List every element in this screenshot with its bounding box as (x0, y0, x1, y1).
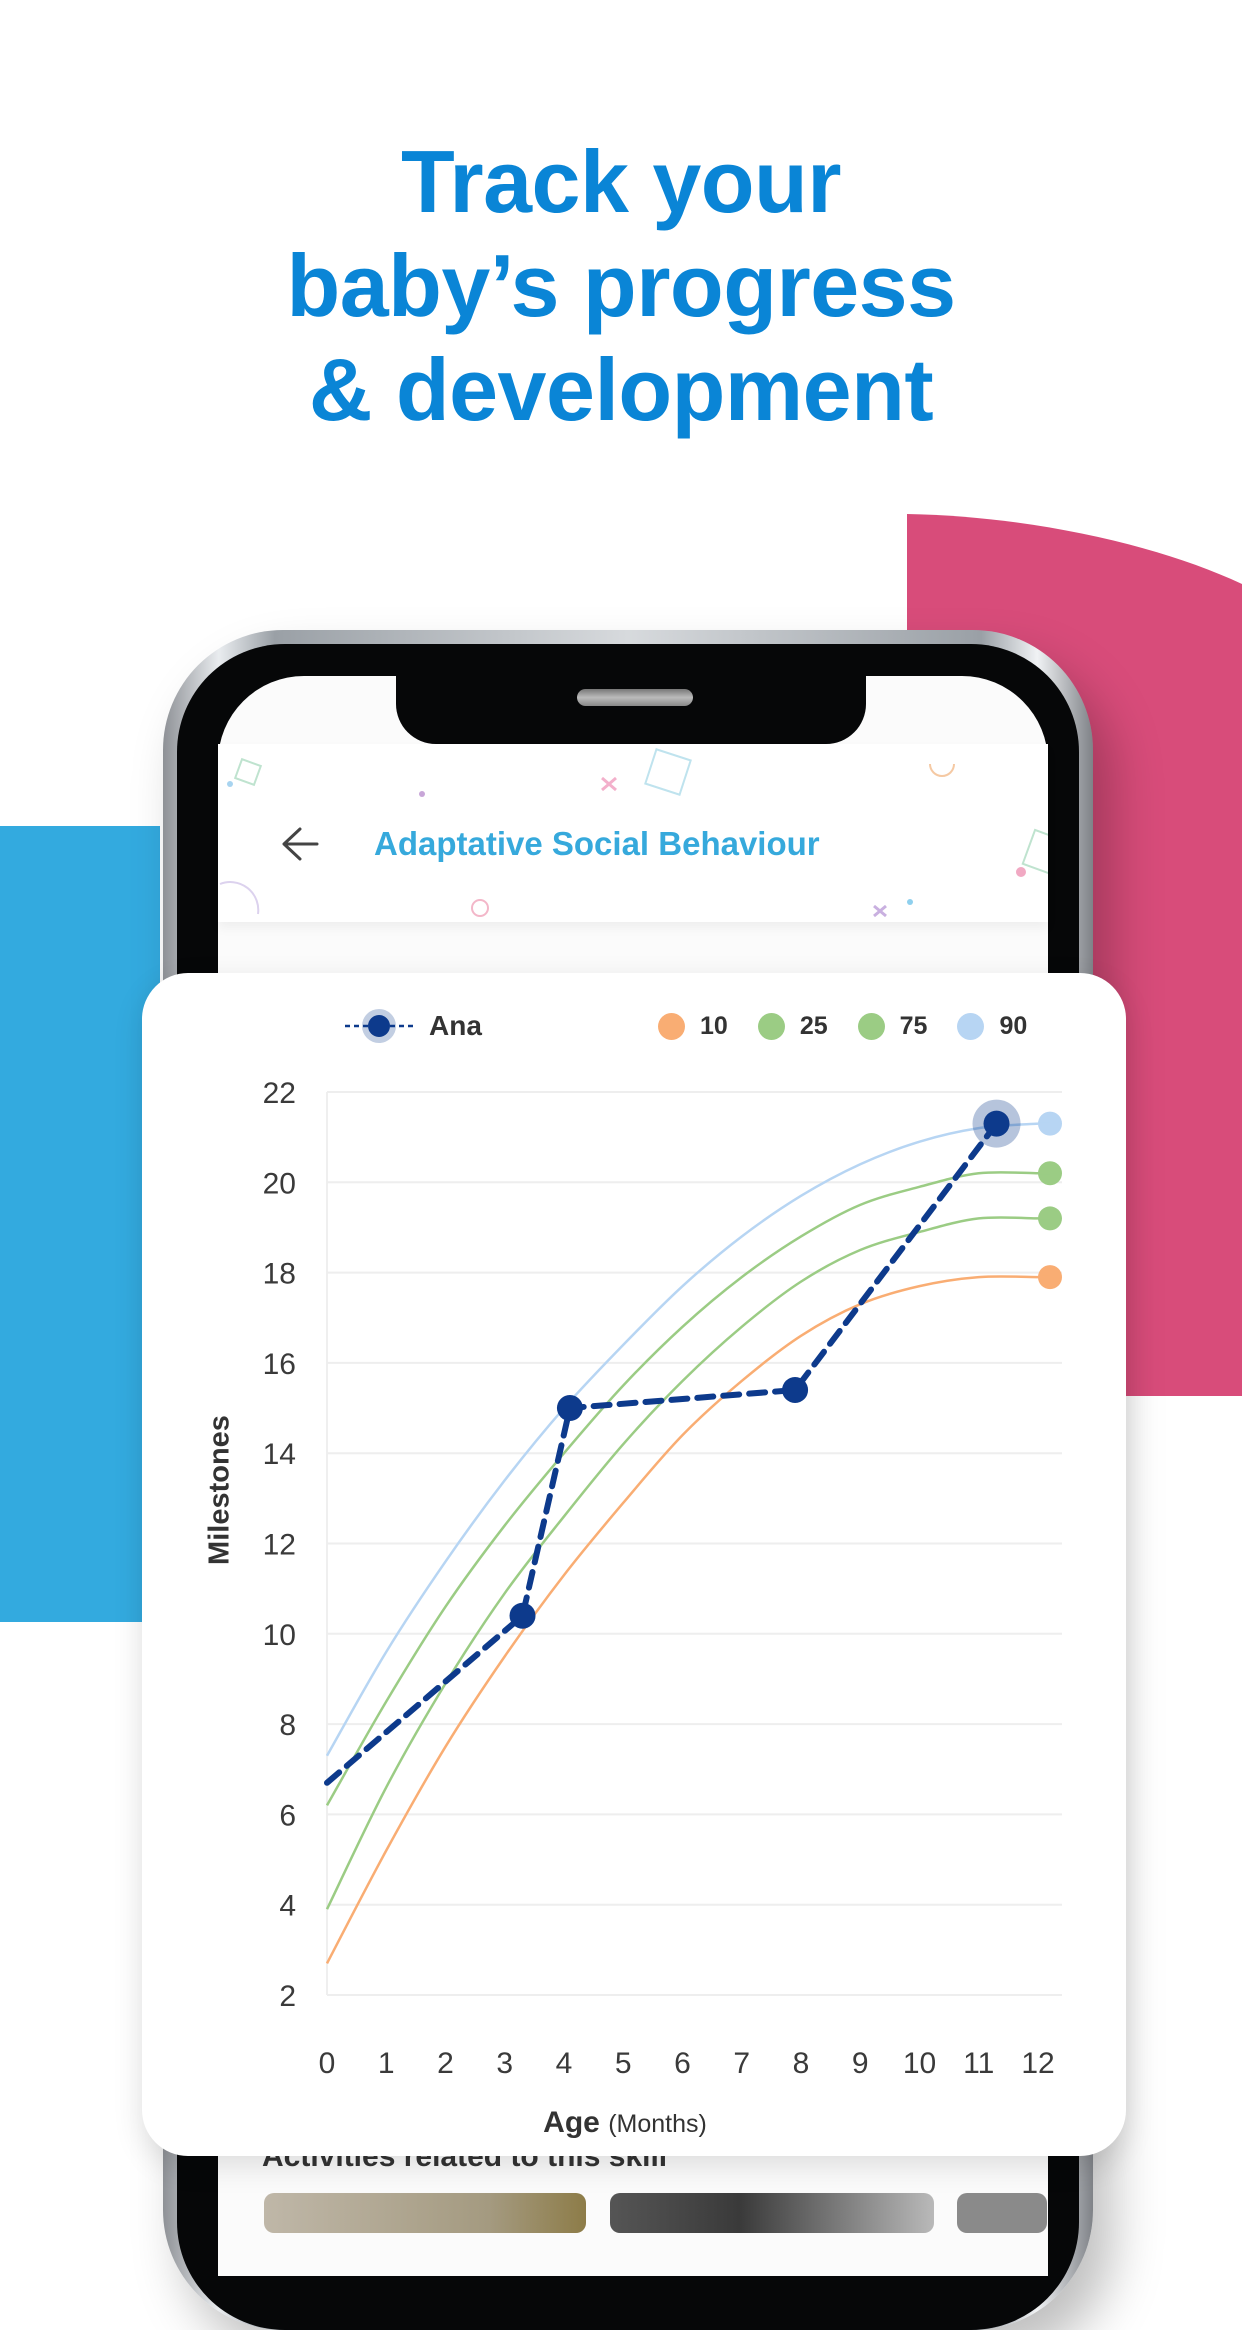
x-tick-label: 9 (852, 2047, 869, 2080)
x-tick-label: 8 (793, 2047, 810, 2080)
x-tick-label: 12 (1021, 2047, 1054, 2080)
y-tick-label: 12 (263, 1529, 296, 1562)
ana-data-point (782, 1376, 809, 1403)
y-tick-label: 6 (279, 1799, 296, 1832)
ana-data-point (556, 1395, 583, 1422)
ana-data-point (983, 1110, 1010, 1137)
x-axis-label-unit: (Months) (608, 2110, 707, 2138)
y-tick-label: 18 (263, 1258, 296, 1291)
ana-series (324, 1099, 1021, 1786)
y-tick-label: 20 (263, 1167, 296, 1200)
x-tick-label: 10 (903, 2047, 936, 2080)
x-tick-label: 7 (733, 2047, 750, 2080)
x-axis-ticks: 0 1 2 3 4 5 6 7 8 9 10 11 12 (319, 2047, 1055, 2080)
y-tick-label: 16 (263, 1348, 296, 1381)
percentile-curve-75 (325, 1171, 1039, 1806)
y-tick-label: 2 (279, 1980, 296, 2013)
percentile-curves (325, 1111, 1062, 1964)
ana-data-point (509, 1602, 536, 1629)
x-tick-label: 11 (963, 2047, 994, 2080)
x-tick-label: 4 (556, 2047, 573, 2080)
y-axis-label: Milestones (203, 1415, 236, 1565)
x-axis-label: Age (Months) (0, 2106, 1242, 2140)
x-tick-label: 0 (319, 2047, 336, 2080)
x-tick-label: 5 (615, 2047, 632, 2080)
chart-grid (326, 1091, 1062, 1996)
y-axis-ticks: 2 4 6 8 10 12 14 16 18 20 22 (263, 1077, 296, 2013)
y-tick-label: 14 (263, 1438, 296, 1471)
x-tick-label: 2 (437, 2047, 454, 2080)
x-tick-label: 1 (378, 2047, 395, 2080)
y-tick-label: 8 (279, 1709, 296, 1742)
y-tick-label: 10 (263, 1619, 296, 1652)
y-tick-label: 22 (263, 1077, 296, 1110)
percentile-curve-25 (325, 1216, 1039, 1910)
x-axis-label-main: Age (543, 2106, 600, 2139)
percentile-curve-90 (325, 1122, 1039, 1757)
x-tick-label: 6 (674, 2047, 691, 2080)
y-tick-label: 4 (279, 1890, 296, 1923)
x-tick-label: 3 (496, 2047, 513, 2080)
milestones-chart: 246810121416182022 0 1 2 3 4 5 6 7 8 9 10 11 12 (263, 1077, 1062, 2080)
